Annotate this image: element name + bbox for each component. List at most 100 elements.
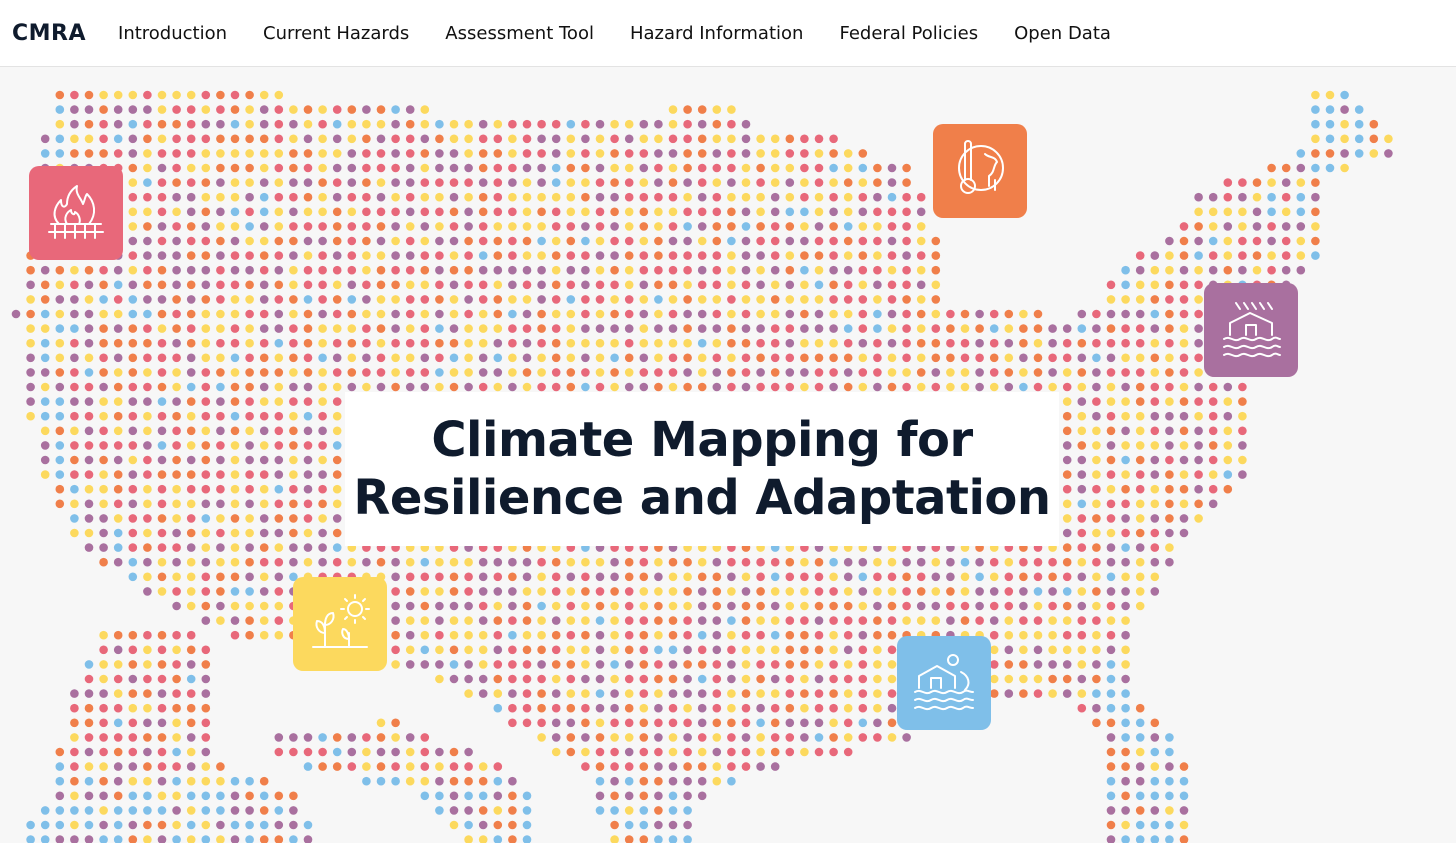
map-dot [581, 689, 590, 698]
map-dot [697, 572, 707, 582]
nav-current-hazards[interactable]: Current Hazards [263, 23, 409, 44]
map-dot [508, 674, 517, 684]
map-dot [245, 368, 254, 377]
map-dot [916, 280, 926, 290]
map-dot [216, 557, 225, 567]
map-dot [1121, 484, 1130, 494]
map-dot [829, 222, 838, 231]
map-dot [99, 660, 108, 669]
map-dot [157, 178, 167, 187]
nav-assessment-tool[interactable]: Assessment Tool [445, 23, 594, 44]
nav-introduction[interactable]: Introduction [118, 23, 227, 44]
map-dot [800, 689, 809, 698]
map-dot [916, 309, 926, 319]
map-dot [873, 265, 882, 275]
map-dot [712, 265, 722, 275]
map-dot [522, 149, 532, 158]
map-dot [683, 776, 692, 786]
map-dot [858, 192, 868, 202]
map-dot [332, 222, 342, 231]
map-dot [347, 295, 357, 304]
map-dot [522, 587, 532, 596]
map-dot [259, 455, 269, 465]
map-dot [478, 178, 488, 187]
nav-open-data[interactable]: Open Data [1014, 23, 1111, 44]
map-dot [391, 119, 400, 129]
map-dot [1019, 587, 1028, 596]
map-dot [610, 733, 619, 742]
map-dot [654, 236, 663, 246]
map-dot [186, 587, 196, 596]
map-dot [595, 236, 605, 246]
map-dot [537, 222, 546, 231]
map-dot [610, 280, 619, 290]
inland-flooding-tile[interactable] [1204, 283, 1298, 377]
map-dot [697, 251, 707, 260]
logo-link[interactable]: CMRA [12, 21, 86, 46]
map-dot [566, 689, 576, 698]
map-dot [201, 192, 211, 202]
map-dot [128, 470, 138, 479]
map-dot [902, 587, 911, 596]
map-dot [332, 411, 342, 421]
map-dot [1077, 616, 1087, 625]
map-dot [376, 178, 386, 187]
map-dot [172, 368, 181, 377]
map-dot [201, 484, 211, 494]
map-dot [639, 265, 649, 275]
map-dot [128, 528, 138, 538]
map-dot [216, 163, 225, 173]
map-dot [1092, 470, 1101, 479]
map-dot [785, 674, 795, 684]
nav-hazard-information[interactable]: Hazard Information [630, 23, 803, 44]
map-dot [1004, 353, 1014, 363]
map-dot [581, 134, 590, 144]
map-dot [186, 441, 196, 450]
map-dot [274, 149, 284, 158]
map-dot [770, 382, 780, 392]
map-dot [741, 689, 751, 698]
map-dot [143, 324, 152, 333]
map-dot [1252, 178, 1262, 187]
map-dot [843, 557, 853, 567]
map-dot [157, 470, 167, 479]
map-dot [172, 324, 181, 333]
map-dot [70, 835, 79, 843]
map-dot [1179, 528, 1189, 538]
map-dot [143, 557, 152, 567]
map-dot [624, 149, 634, 158]
map-dot [843, 630, 853, 640]
map-dot [1048, 601, 1057, 611]
map-dot [230, 309, 240, 319]
map-dot [581, 207, 590, 217]
map-dot [1092, 645, 1101, 655]
map-dot [829, 134, 838, 144]
map-dot [1077, 441, 1087, 450]
coastal-inundation-tile[interactable] [897, 636, 991, 730]
wildfire-tile[interactable] [29, 166, 123, 260]
map-dot [551, 601, 561, 611]
map-dot [1135, 572, 1145, 582]
map-dot [1092, 572, 1101, 582]
map-dot [800, 660, 809, 669]
map-dot [697, 309, 707, 319]
nav-federal-policies[interactable]: Federal Policies [839, 23, 978, 44]
map-dot [230, 791, 240, 801]
map-dot [128, 747, 138, 757]
map-dot [624, 280, 634, 290]
drought-tile[interactable] [293, 577, 387, 671]
map-dot [113, 105, 123, 114]
map-dot [493, 353, 503, 363]
map-dot [668, 835, 678, 843]
map-dot [113, 119, 123, 129]
map-dot [259, 514, 269, 523]
extreme-heat-tile[interactable] [933, 124, 1027, 218]
map-dot [478, 163, 488, 173]
map-dot [508, 557, 517, 567]
map-dot [391, 762, 400, 771]
map-dot [230, 601, 240, 611]
map-dot [975, 368, 984, 377]
map-dot [84, 134, 94, 144]
map-dot [318, 484, 327, 494]
map-dot [143, 353, 152, 363]
